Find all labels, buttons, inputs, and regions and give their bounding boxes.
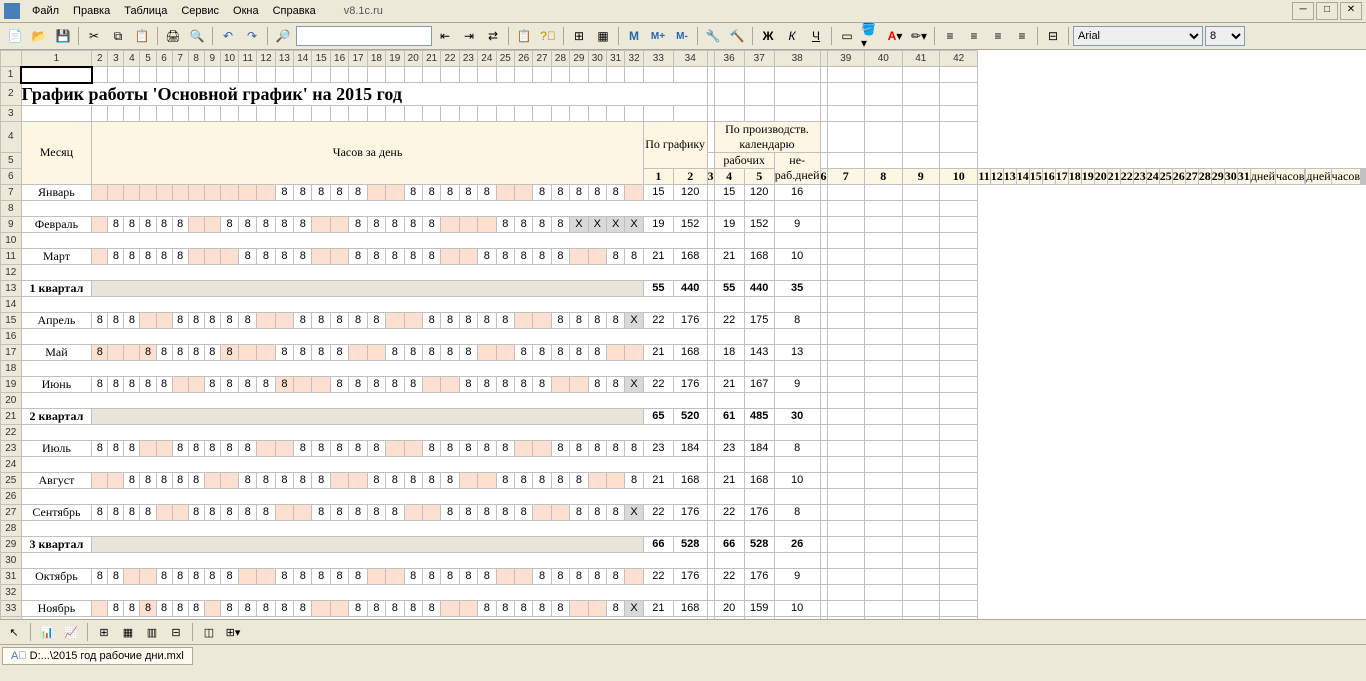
border-icon[interactable]: ▭: [836, 25, 858, 47]
fontcolor-icon[interactable]: A▾: [884, 25, 906, 47]
doc-icon: A⃣: [11, 650, 27, 662]
menubar: Файл Правка Таблица Сервис Окна Справка …: [0, 0, 1366, 23]
redo-icon[interactable]: ↷: [241, 25, 263, 47]
spreadsheet[interactable]: 1234567891011121314151617181920212223242…: [0, 50, 1366, 619]
preview-icon[interactable]: 🔍: [186, 25, 208, 47]
m-plus-icon[interactable]: M+: [647, 25, 669, 47]
find-icon[interactable]: 🔎: [272, 25, 294, 47]
calendar-icon[interactable]: ▦: [592, 25, 614, 47]
merge-icon[interactable]: ⊟: [1042, 25, 1064, 47]
view2-icon[interactable]: ⊞▾: [223, 622, 243, 642]
calc-icon[interactable]: ⊞: [568, 25, 590, 47]
close-button[interactable]: ✕: [1340, 2, 1362, 20]
paste-icon[interactable]: 📋: [131, 25, 153, 47]
align-left-icon[interactable]: ≡: [939, 25, 961, 47]
m-minus-icon[interactable]: M-: [671, 25, 693, 47]
find-prev-icon[interactable]: ⇤: [434, 25, 456, 47]
url-label: v8.1c.ru: [344, 5, 383, 17]
highlight-icon[interactable]: ✏▾: [908, 25, 930, 47]
pivot-icon[interactable]: ⊞: [94, 622, 114, 642]
clipboard-icon[interactable]: 📋: [513, 25, 535, 47]
m-icon[interactable]: M: [623, 25, 645, 47]
chart2-icon[interactable]: 📈: [61, 622, 81, 642]
fill-icon[interactable]: 🪣▾: [860, 25, 882, 47]
align-center-icon[interactable]: ≡: [963, 25, 985, 47]
size-select[interactable]: 8: [1205, 26, 1245, 46]
print-icon[interactable]: 🖨: [162, 25, 184, 47]
new-icon[interactable]: 📄: [4, 25, 26, 47]
find-input[interactable]: [296, 26, 432, 46]
tool2-icon[interactable]: 🔨: [726, 25, 748, 47]
grid1-icon[interactable]: ▦: [118, 622, 138, 642]
grid2-icon[interactable]: ▥: [142, 622, 162, 642]
menu-service[interactable]: Сервис: [175, 3, 225, 19]
help-icon[interactable]: ?⃝: [537, 25, 559, 47]
open-icon[interactable]: 📂: [28, 25, 50, 47]
font-select[interactable]: Arial: [1073, 26, 1203, 46]
copy-icon[interactable]: ⧉: [107, 25, 129, 47]
footer-toolbar: ↖ 📊 📈 ⊞ ▦ ▥ ⊟ ◫ ⊞▾: [0, 619, 1366, 644]
bold-icon[interactable]: Ж: [757, 25, 779, 47]
menu-help[interactable]: Справка: [267, 3, 322, 19]
app-icon: [4, 3, 20, 19]
italic-icon[interactable]: К: [781, 25, 803, 47]
save-icon[interactable]: 💾: [52, 25, 74, 47]
align-justify-icon[interactable]: ≡: [1011, 25, 1033, 47]
cursor-icon[interactable]: ↖: [4, 622, 24, 642]
undo-icon[interactable]: ↶: [217, 25, 239, 47]
chart-icon[interactable]: 📊: [37, 622, 57, 642]
find-next-icon[interactable]: ⇥: [458, 25, 480, 47]
maximize-button[interactable]: □: [1316, 2, 1338, 20]
align-right-icon[interactable]: ≡: [987, 25, 1009, 47]
underline-icon[interactable]: Ч: [805, 25, 827, 47]
menu-edit[interactable]: Правка: [67, 3, 116, 19]
grid3-icon[interactable]: ⊟: [166, 622, 186, 642]
toolbar-main: 📄 📂 💾 ✂ ⧉ 📋 🖨 🔍 ↶ ↷ 🔎 ⇤ ⇥ ⇄ 📋 ?⃝ ⊞ ▦ M M…: [0, 23, 1366, 50]
menu-table[interactable]: Таблица: [118, 3, 173, 19]
view1-icon[interactable]: ◫: [199, 622, 219, 642]
menu-windows[interactable]: Окна: [227, 3, 265, 19]
minimize-button[interactable]: ─: [1292, 2, 1314, 20]
tool1-icon[interactable]: 🔧: [702, 25, 724, 47]
cut-icon[interactable]: ✂: [83, 25, 105, 47]
document-tab[interactable]: A⃣ D:...\2015 год рабочие дни.mxl: [2, 647, 193, 665]
replace-icon[interactable]: ⇄: [482, 25, 504, 47]
menu-file[interactable]: Файл: [26, 3, 65, 19]
